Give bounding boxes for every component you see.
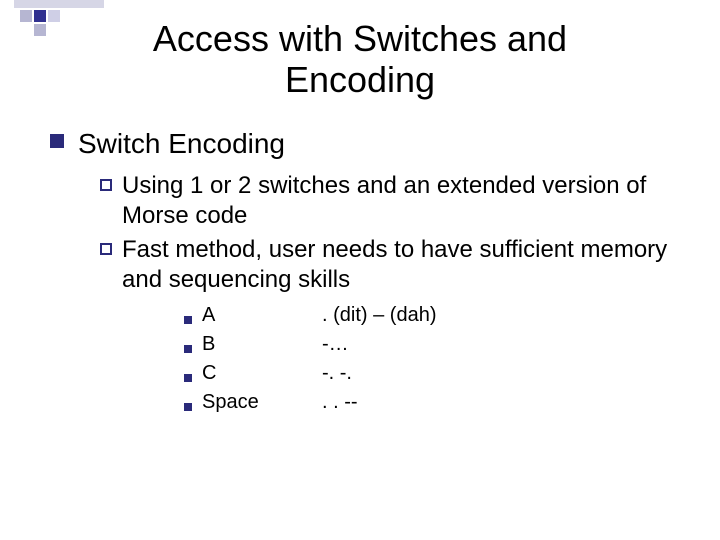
sub-bullet-1: Using 1 or 2 switches and an extended ve…	[122, 171, 680, 231]
sub-bullet-2: Fast method, user needs to have sufficie…	[122, 235, 680, 295]
morse-code: -. -.	[322, 361, 680, 386]
morse-code: -…	[322, 332, 680, 357]
hollow-square-bullet-icon	[100, 243, 112, 255]
title-line-1: Access with Switches and	[153, 18, 567, 59]
bullet-level1: Switch Encoding	[50, 126, 680, 161]
morse-row: B -…	[184, 332, 680, 357]
morse-row: C -. -.	[184, 361, 680, 386]
slide-title: Access with Switches and Encoding	[0, 18, 720, 101]
morse-code: . (dit) – (dah)	[322, 303, 680, 328]
title-line-2: Encoding	[285, 59, 435, 100]
small-square-bullet-icon	[184, 374, 192, 382]
hollow-square-bullet-icon	[100, 179, 112, 191]
bullet-level2: Fast method, user needs to have sufficie…	[100, 235, 680, 295]
morse-letter: B	[202, 332, 322, 357]
bullet-level2: Using 1 or 2 switches and an extended ve…	[100, 171, 680, 231]
morse-letter: A	[202, 303, 322, 328]
morse-code: . . --	[322, 390, 680, 415]
square-bullet-icon	[50, 134, 64, 148]
small-square-bullet-icon	[184, 316, 192, 324]
morse-row: Space . . --	[184, 390, 680, 415]
morse-list: A . (dit) – (dah) B -… C -. -. Space . .…	[184, 303, 680, 415]
morse-letter: Space	[202, 390, 322, 415]
morse-row: A . (dit) – (dah)	[184, 303, 680, 328]
slide-body: Switch Encoding Using 1 or 2 switches an…	[50, 126, 680, 419]
heading-text: Switch Encoding	[78, 126, 285, 161]
slide: Access with Switches and Encoding Switch…	[0, 0, 720, 540]
small-square-bullet-icon	[184, 403, 192, 411]
small-square-bullet-icon	[184, 345, 192, 353]
morse-letter: C	[202, 361, 322, 386]
